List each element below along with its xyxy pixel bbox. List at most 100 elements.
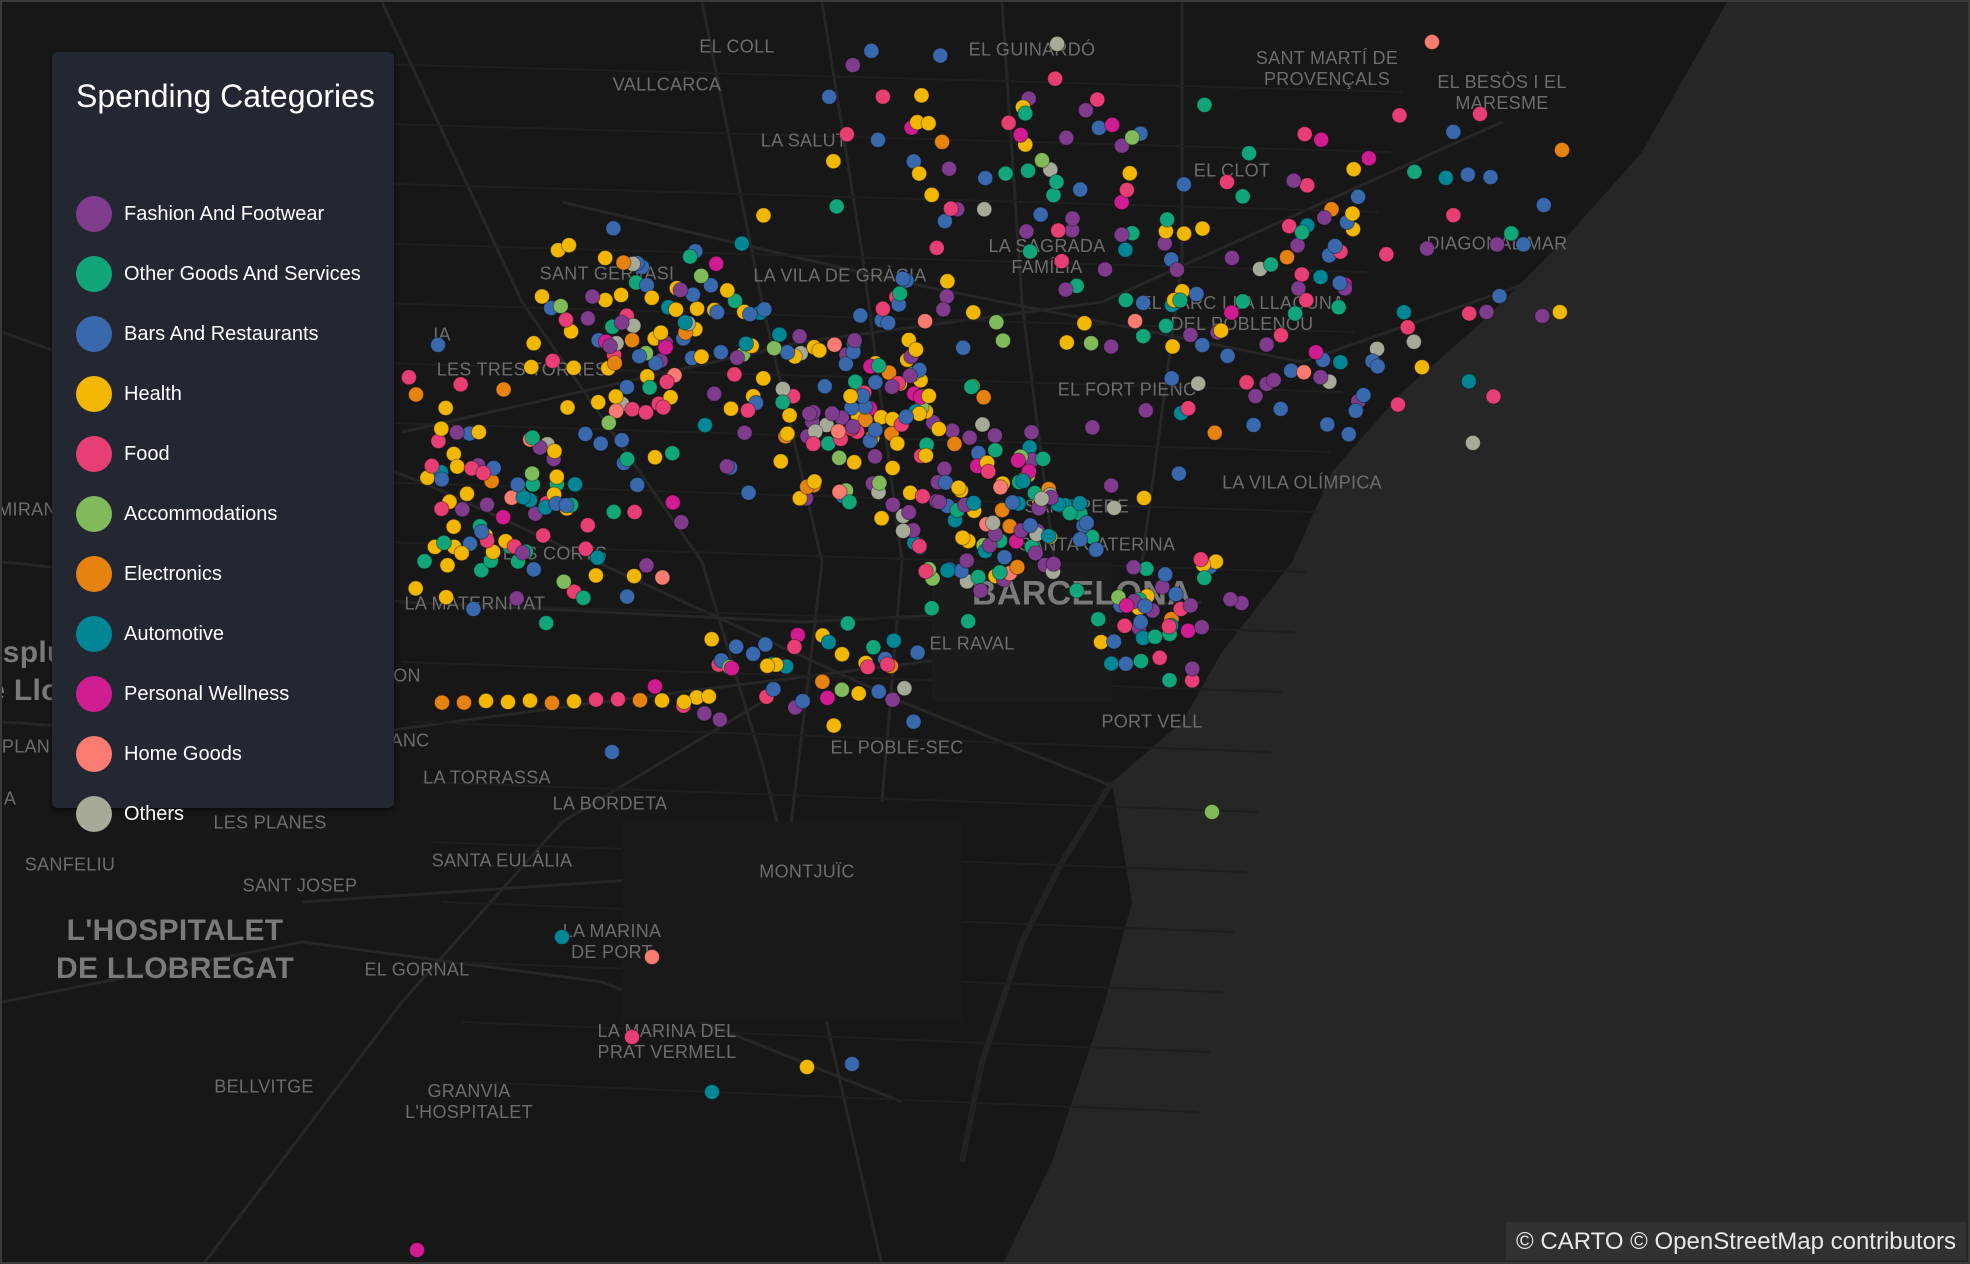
spending-point[interactable] [1344, 205, 1361, 222]
spending-point[interactable] [459, 485, 475, 502]
spending-point[interactable] [1378, 246, 1395, 263]
spending-point[interactable] [1035, 450, 1052, 467]
spending-point[interactable] [1169, 261, 1185, 278]
spending-point[interactable] [1170, 465, 1187, 482]
spending-point[interactable] [954, 529, 971, 546]
spending-point[interactable] [1072, 181, 1089, 198]
spending-point[interactable] [1121, 165, 1138, 182]
spending-point[interactable] [523, 359, 540, 376]
spending-point[interactable] [831, 449, 848, 466]
spending-point[interactable] [1147, 628, 1163, 645]
spending-point[interactable] [584, 288, 601, 305]
spending-point[interactable] [909, 644, 926, 661]
spending-point[interactable] [613, 432, 630, 449]
spending-point[interactable] [589, 549, 606, 566]
spending-point[interactable] [693, 348, 710, 365]
spending-point[interactable] [830, 423, 847, 440]
spending-point[interactable] [917, 313, 934, 330]
spending-point[interactable] [939, 273, 956, 290]
spending-point[interactable] [1299, 177, 1316, 194]
spending-point[interactable] [1460, 373, 1477, 390]
spending-point[interactable] [1464, 434, 1481, 451]
spending-point[interactable] [1103, 477, 1120, 494]
spending-point[interactable] [534, 288, 550, 305]
spending-point[interactable] [844, 57, 861, 74]
spending-point[interactable] [1204, 804, 1220, 820]
spending-point[interactable] [1045, 555, 1062, 572]
spending-point[interactable] [708, 255, 725, 272]
spending-point[interactable] [980, 463, 997, 480]
spending-point[interactable] [939, 562, 956, 579]
spending-point[interactable] [588, 691, 604, 708]
spending-point[interactable] [733, 235, 750, 252]
spending-point[interactable] [847, 373, 864, 390]
spending-point[interactable] [1124, 129, 1141, 146]
spending-point[interactable] [765, 681, 782, 698]
spending-point[interactable] [587, 567, 604, 584]
spending-point[interactable] [825, 717, 842, 734]
spending-point[interactable] [1219, 174, 1235, 190]
spending-point[interactable] [631, 348, 648, 365]
spending-point[interactable] [1263, 256, 1279, 273]
spending-point[interactable] [1117, 241, 1134, 258]
spending-point[interactable] [1034, 152, 1050, 169]
spending-point[interactable] [1459, 166, 1476, 183]
spending-point[interactable] [1180, 400, 1197, 417]
spending-point[interactable] [1287, 305, 1304, 322]
spending-point[interactable] [1071, 495, 1088, 512]
spending-point[interactable] [1437, 169, 1454, 186]
spending-point[interactable] [1399, 319, 1416, 336]
spending-point[interactable] [928, 239, 945, 256]
spending-point[interactable] [544, 695, 560, 711]
spending-point[interactable] [755, 370, 772, 387]
spending-point[interactable] [870, 131, 886, 148]
spending-point[interactable] [495, 509, 512, 526]
spending-point[interactable] [1395, 304, 1412, 321]
spending-point[interactable] [423, 457, 440, 474]
spending-point[interactable] [1020, 162, 1036, 179]
spending-point[interactable] [1503, 225, 1520, 242]
spending-point[interactable] [430, 336, 447, 353]
spending-point[interactable] [723, 400, 739, 417]
spending-point[interactable] [1355, 387, 1372, 404]
spending-point[interactable] [439, 557, 456, 574]
spending-point[interactable] [1279, 249, 1295, 266]
spending-point[interactable] [1222, 591, 1239, 608]
spending-point[interactable] [932, 47, 949, 64]
spending-point[interactable] [946, 435, 963, 452]
spending-point[interactable] [1137, 402, 1154, 419]
spending-point[interactable] [1164, 338, 1181, 355]
spending-point[interactable] [805, 435, 822, 452]
spending-point[interactable] [638, 404, 654, 421]
spending-point[interactable] [972, 582, 989, 599]
spending-point[interactable] [600, 414, 617, 431]
spending-point[interactable] [1241, 145, 1257, 162]
spending-point[interactable] [1022, 243, 1039, 260]
spending-point[interactable] [1312, 269, 1329, 286]
spending-point[interactable] [917, 447, 934, 464]
spending-point[interactable] [961, 429, 978, 446]
spending-point[interactable] [592, 435, 609, 452]
spending-point[interactable] [495, 381, 512, 398]
spending-point[interactable] [740, 484, 757, 501]
spending-point[interactable] [1023, 424, 1040, 441]
spending-point[interactable] [1106, 499, 1123, 516]
spending-point[interactable] [931, 493, 948, 510]
spending-point[interactable] [911, 405, 928, 422]
spending-point[interactable] [726, 366, 743, 383]
spending-point[interactable] [1234, 188, 1251, 205]
spending-point[interactable] [1206, 424, 1223, 441]
spending-point[interactable] [958, 552, 975, 569]
spending-point[interactable] [711, 711, 728, 728]
spending-point[interactable] [1161, 672, 1178, 689]
spending-point[interactable] [559, 399, 576, 416]
spending-point[interactable] [1247, 388, 1264, 405]
spending-point[interactable] [435, 534, 452, 551]
spending-point[interactable] [779, 344, 796, 361]
spending-point[interactable] [873, 510, 890, 527]
spending-point[interactable] [774, 394, 791, 411]
spending-point[interactable] [1097, 261, 1113, 278]
spending-point[interactable] [820, 634, 837, 651]
spending-point[interactable] [522, 692, 538, 709]
spending-point[interactable] [400, 369, 417, 386]
